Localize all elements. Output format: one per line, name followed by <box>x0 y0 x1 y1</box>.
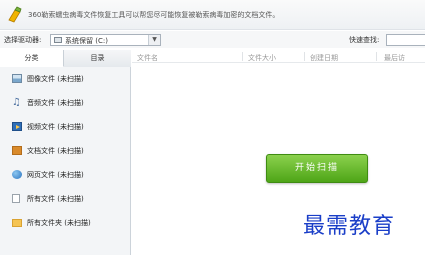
tab-directory[interactable]: 目录 <box>64 50 131 67</box>
toolbar: 选择驱动器: 系统保留 (C:) ▼ 快速查找: <box>0 31 425 48</box>
sidebar-tabs: 分类 目录 <box>0 50 131 67</box>
category-label: 所有文件夹 (未扫描) <box>27 219 91 227</box>
category-audio-files[interactable]: ♫ 音频文件 (未扫描) <box>0 93 131 113</box>
music-note-icon: ♫ <box>12 97 21 108</box>
column-file-name[interactable]: 文件名 <box>137 53 158 63</box>
category-all-folders[interactable]: 所有文件夹 (未扫描) <box>0 213 131 233</box>
category-image-files[interactable]: 图像文件 (未扫描) <box>0 69 131 89</box>
video-icon <box>12 122 22 131</box>
column-last-access[interactable]: 最后访 <box>384 53 405 63</box>
chevron-down-icon[interactable]: ▼ <box>148 35 160 45</box>
folder-icon <box>12 219 22 227</box>
drive-select[interactable]: 系统保留 (C:) ▼ <box>50 34 161 46</box>
sidebar: 分类 目录 图像文件 (未扫描) ♫ 音频文件 (未扫描) 视频文件 (未扫描)… <box>0 50 131 255</box>
category-label: 图像文件 (未扫描) <box>27 75 84 83</box>
start-scan-button[interactable]: 开始扫描 <box>266 154 368 183</box>
image-icon <box>12 74 22 83</box>
watermark-text: 最需教育 <box>303 214 396 239</box>
category-label: 视频文件 (未扫描) <box>27 123 84 131</box>
category-label: 文档文件 (未扫描) <box>27 147 84 155</box>
column-divider[interactable] <box>304 52 305 61</box>
document-icon <box>12 146 22 155</box>
drive-select-label: 选择驱动器: <box>4 36 42 44</box>
category-video-files[interactable]: 视频文件 (未扫描) <box>0 117 131 137</box>
file-list-header: 文件名 文件大小 创建日期 最后访 <box>132 50 425 63</box>
category-all-files[interactable]: 所有文件 (未扫描) <box>0 189 131 209</box>
category-label: 音频文件 (未扫描) <box>27 99 84 107</box>
quick-search-label: 快速查找: <box>349 36 380 44</box>
file-icon <box>12 194 20 203</box>
brush-icon <box>8 6 22 23</box>
info-banner: 360勒索蠕虫病毒文件恢复工具可以帮您尽可能恢复被勒索病毒加密的文档文件。 <box>0 0 425 30</box>
column-divider[interactable] <box>242 52 243 61</box>
column-divider[interactable] <box>376 52 377 61</box>
column-created-date[interactable]: 创建日期 <box>310 53 338 63</box>
category-document-files[interactable]: 文档文件 (未扫描) <box>0 141 131 161</box>
drive-select-value: 系统保留 (C:) <box>65 37 108 45</box>
column-file-size[interactable]: 文件大小 <box>248 53 276 63</box>
drive-icon <box>54 37 62 43</box>
tab-category[interactable]: 分类 <box>0 50 64 67</box>
category-label: 网页文件 (未扫描) <box>27 171 84 179</box>
quick-search-input[interactable] <box>386 34 425 46</box>
category-label: 所有文件 (未扫描) <box>27 195 84 203</box>
globe-icon <box>12 170 22 179</box>
category-web-files[interactable]: 网页文件 (未扫描) <box>0 165 131 185</box>
banner-text: 360勒索蠕虫病毒文件恢复工具可以帮您尽可能恢复被勒索病毒加密的文档文件。 <box>28 11 280 19</box>
